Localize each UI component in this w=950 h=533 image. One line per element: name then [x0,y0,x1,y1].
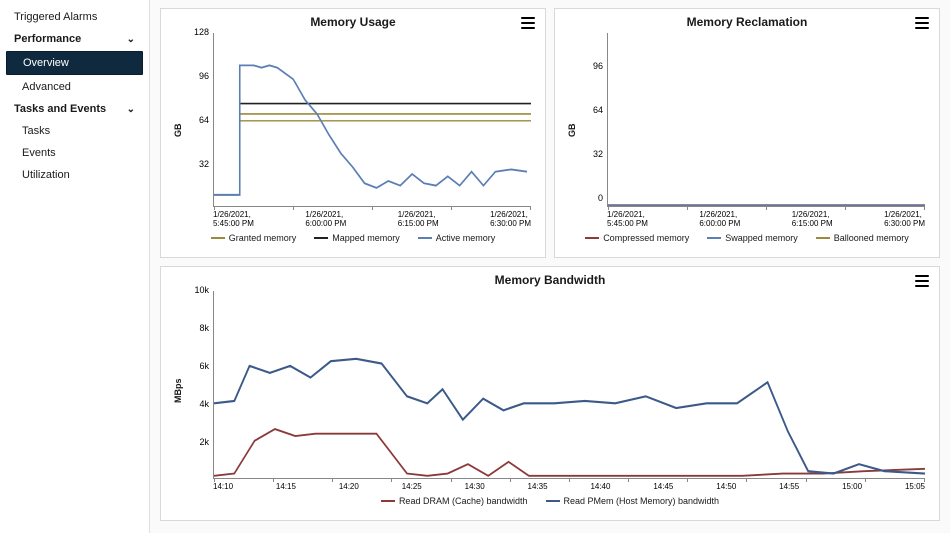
memory-reclamation-card: Memory Reclamation GB 96 64 32 0 [554,8,940,258]
legend-item: Ballooned memory [816,233,909,243]
legend-swatch [707,237,721,239]
memory-reclamation-plot: 96 64 32 0 [579,31,929,207]
x-tick: 14:30 [465,483,485,492]
legend-label: Ballooned memory [834,233,909,243]
x-tick: 14:45 [653,483,673,492]
x-tick: 14:20 [339,483,359,492]
y-tick: 96 [579,61,603,71]
x-tick: 14:15 [276,483,296,492]
chart-menu-icon[interactable] [521,17,535,29]
legend-label: Active memory [436,233,496,243]
x-tick: 15:05 [905,483,925,492]
sidebar-item-label: Overview [23,57,69,69]
y-axis-label: GB [171,31,185,229]
y-tick: 0 [579,193,603,203]
sidebar-item-events[interactable]: Events [0,142,149,164]
legend-swatch [418,237,432,239]
sidebar-item-label: Events [22,147,56,159]
legend-item: Active memory [418,233,496,243]
y-tick: 64 [185,115,209,125]
x-tick: 14:50 [716,483,736,492]
legend-item: Granted memory [211,233,297,243]
chart-menu-icon[interactable] [915,275,929,287]
legend-label: Compressed memory [603,233,689,243]
x-tick: 1/26/2021,5:45:00 PM [213,211,254,229]
legend-swatch [816,237,830,239]
x-tick: 1/26/2021,6:30:00 PM [490,211,531,229]
x-tick: 14:40 [590,483,610,492]
sidebar-item-label: Tasks [22,125,50,137]
chart-menu-icon[interactable] [915,17,929,29]
y-axis-label: GB [565,31,579,229]
y-tick: 4k [185,399,209,409]
x-tick: 1/26/2021,6:30:00 PM [884,211,925,229]
x-tick: 1/26/2021,6:00:00 PM [699,211,740,229]
x-tick: 1/26/2021,6:00:00 PM [305,211,346,229]
sidebar-item-label: Performance [14,33,81,45]
legend-label: Read DRAM (Cache) bandwidth [399,496,528,506]
legend-swatch [546,500,560,502]
chevron-down-icon: ⌄ [127,34,135,45]
legend-item: Read PMem (Host Memory) bandwidth [546,496,720,506]
sidebar-item-triggered-alarms[interactable]: Triggered Alarms [0,6,149,28]
x-tick: 14:55 [779,483,799,492]
sidebar-item-tasks-and-events[interactable]: Tasks and Events ⌄ [0,98,149,120]
sidebar-item-label: Tasks and Events [14,103,106,115]
main-content: Memory Usage GB 128 96 64 32 [150,0,950,533]
memory-bandwidth-plot: 10k8k6k4k2k [185,289,929,479]
y-tick: 10k [185,285,209,295]
sidebar-item-performance[interactable]: Performance ⌄ [0,28,149,50]
memory-usage-card: Memory Usage GB 128 96 64 32 [160,8,546,258]
y-tick: 128 [185,27,209,37]
sidebar-item-label: Triggered Alarms [14,11,97,23]
y-tick: 2k [185,437,209,447]
x-tick: 14:25 [402,483,422,492]
legend-swatch [585,237,599,239]
sidebar-item-tasks[interactable]: Tasks [0,120,149,142]
x-tick: 15:00 [842,483,862,492]
y-tick: 6k [185,361,209,371]
y-tick: 96 [185,71,209,81]
sidebar: Triggered Alarms Performance ⌄ Overview Adva… [0,0,150,533]
y-tick: 64 [579,105,603,115]
chevron-down-icon: ⌄ [127,104,135,115]
chart-title: Memory Usage [171,15,535,29]
legend-swatch [314,237,328,239]
sidebar-item-label: Utilization [22,169,70,181]
legend-item: Swapped memory [707,233,798,243]
x-tick: 14:10 [213,483,233,492]
x-tick: 1/26/2021,6:15:00 PM [398,211,439,229]
legend-label: Swapped memory [725,233,798,243]
legend-item: Mapped memory [314,233,400,243]
legend-label: Granted memory [229,233,297,243]
memory-bandwidth-card: Memory Bandwidth MBps 10k 8k 6k 4k 2k [160,266,940,521]
legend-item: Read DRAM (Cache) bandwidth [381,496,528,506]
sidebar-item-overview[interactable]: Overview [6,51,143,75]
sidebar-item-label: Advanced [22,81,71,93]
y-tick: 32 [185,159,209,169]
y-tick: 32 [579,149,603,159]
legend-swatch [381,500,395,502]
chart-title: Memory Bandwidth [171,273,929,287]
legend-label: Read PMem (Host Memory) bandwidth [564,496,720,506]
sidebar-item-advanced[interactable]: Advanced [0,76,149,98]
x-tick: 14:35 [528,483,548,492]
x-tick: 1/26/2021,6:15:00 PM [792,211,833,229]
legend-item: Compressed memory [585,233,689,243]
memory-usage-plot: 128966432 [185,31,535,207]
y-tick: 8k [185,323,209,333]
legend-label: Mapped memory [332,233,400,243]
chart-title: Memory Reclamation [565,15,929,29]
sidebar-item-utilization[interactable]: Utilization [0,164,149,186]
y-axis-label: MBps [171,289,185,492]
x-tick: 1/26/2021,5:45:00 PM [607,211,648,229]
legend-swatch [211,237,225,239]
